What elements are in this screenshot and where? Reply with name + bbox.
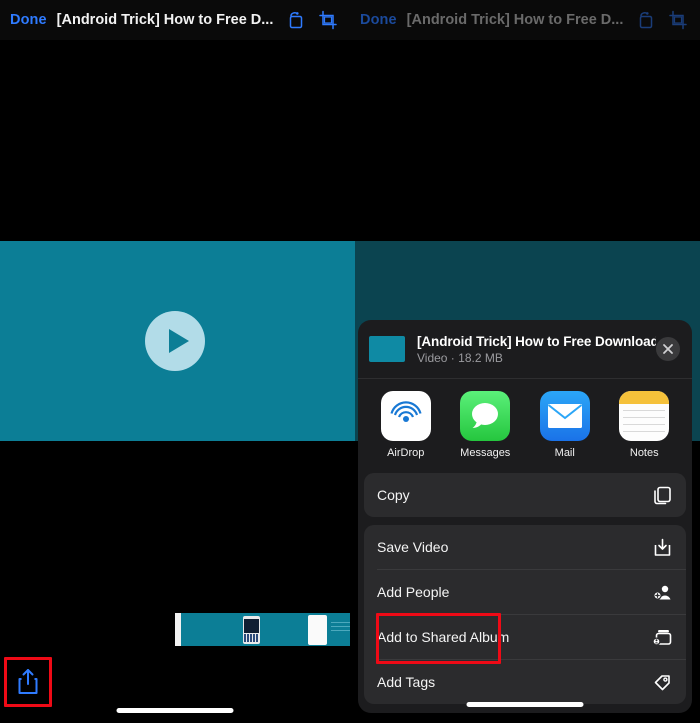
right-panel-share-sheet: Done [Android Trick] How to Free D... [A… bbox=[350, 0, 700, 723]
home-indicator bbox=[466, 702, 584, 707]
timeline-thumbnail-2 bbox=[308, 615, 327, 645]
shared-item-info: [Android Trick] How to Free Download... … bbox=[417, 334, 656, 365]
video-timeline[interactable] bbox=[175, 613, 350, 646]
left-panel-editor: Done [Android Trick] How to Free D... bbox=[0, 0, 350, 723]
share-target-airdrop[interactable]: AirDrop bbox=[369, 391, 443, 459]
page-title-dimmed: [Android Trick] How to Free D... bbox=[406, 12, 624, 28]
save-video-highlight bbox=[376, 613, 501, 664]
crop-icon[interactable] bbox=[318, 10, 338, 30]
share-button-highlight bbox=[4, 657, 52, 707]
action-row-add-people[interactable]: Add People bbox=[364, 570, 686, 614]
screenshot-root: Done [Android Trick] How to Free D... Do… bbox=[0, 0, 700, 723]
share-target-label: Notes bbox=[629, 447, 659, 459]
share-sheet: [Android Trick] How to Free Download... … bbox=[358, 320, 692, 713]
page-title: [Android Trick] How to Free D... bbox=[56, 12, 274, 28]
video-preview[interactable] bbox=[0, 241, 350, 441]
share-action-list: Copy Save Video Add People Add to Shared… bbox=[364, 473, 686, 704]
shared-album-icon bbox=[647, 627, 673, 648]
shared-item-thumbnail bbox=[369, 336, 405, 362]
mail-icon bbox=[539, 391, 590, 441]
navigation-icons-dimmed bbox=[636, 10, 690, 30]
save-download-icon bbox=[647, 537, 673, 558]
trim-handle-left[interactable] bbox=[175, 613, 181, 646]
action-label: Save Video bbox=[377, 539, 449, 555]
share-target-notes[interactable]: Notes bbox=[607, 391, 681, 459]
rotate-icon[interactable] bbox=[286, 10, 306, 30]
close-button[interactable] bbox=[656, 337, 680, 361]
crop-icon[interactable] bbox=[668, 10, 688, 30]
copy-icon bbox=[647, 485, 673, 506]
action-row-add-tags[interactable]: Add Tags bbox=[364, 660, 686, 704]
action-row-save-video[interactable]: Save Video bbox=[364, 525, 686, 569]
navigation-bar-dimmed: Done [Android Trick] How to Free D... bbox=[350, 0, 700, 40]
navigation-bar: Done [Android Trick] How to Free D... bbox=[0, 0, 350, 40]
shared-item-title: [Android Trick] How to Free Download... bbox=[417, 333, 656, 349]
action-label: Copy bbox=[377, 487, 410, 503]
messages-icon bbox=[460, 391, 511, 441]
share-target-messages[interactable]: Messages bbox=[448, 391, 522, 459]
shared-item-subtitle: Video · 18.2 MB bbox=[417, 350, 503, 365]
video-edge-strip bbox=[350, 241, 355, 441]
done-button-dimmed[interactable]: Done bbox=[360, 12, 397, 28]
navigation-icons bbox=[286, 10, 340, 30]
share-target-mail[interactable]: Mail bbox=[528, 391, 602, 459]
add-person-icon bbox=[647, 582, 673, 603]
tag-icon bbox=[647, 672, 673, 693]
timeline-thumbnail-3 bbox=[331, 622, 350, 632]
action-label: Add Tags bbox=[377, 674, 436, 690]
rotate-icon[interactable] bbox=[636, 10, 656, 30]
timeline-thumbnail-1 bbox=[243, 616, 260, 644]
home-indicator bbox=[116, 708, 234, 713]
action-row-copy[interactable]: Copy bbox=[364, 473, 686, 517]
action-label: Add People bbox=[377, 584, 450, 600]
share-target-label: Messages bbox=[460, 447, 511, 459]
share-app-row: AirDrop Messages Mail Notes bbox=[358, 379, 692, 469]
share-target-label: AirDrop bbox=[387, 447, 425, 459]
share-target-label: Mail bbox=[554, 447, 575, 459]
share-sheet-header: [Android Trick] How to Free Download... … bbox=[358, 320, 692, 378]
play-icon[interactable] bbox=[145, 311, 205, 371]
airdrop-icon bbox=[380, 391, 431, 441]
done-button[interactable]: Done bbox=[10, 12, 47, 28]
notes-icon bbox=[619, 391, 670, 441]
close-icon bbox=[663, 344, 673, 354]
